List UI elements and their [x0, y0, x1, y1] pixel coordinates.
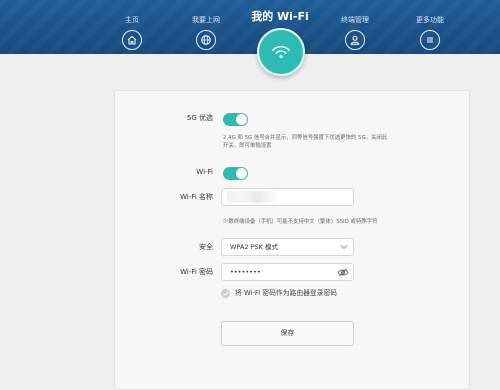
nav-item-more[interactable]: 更多功能: [400, 0, 460, 50]
wifi-toggle[interactable]: [223, 167, 248, 180]
wifi-name-label: Wi-Fi 名称: [180, 193, 213, 201]
globe-icon: [196, 30, 216, 50]
menu-icon: [420, 30, 440, 50]
security-label: 安全: [199, 243, 213, 251]
nav-label-home: 主页: [125, 16, 139, 24]
password-label: Wi-Fi 密码: [180, 268, 213, 276]
wifi-icon[interactable]: [257, 28, 305, 76]
chevron-down-icon: [340, 245, 348, 250]
toggle-knob: [236, 114, 247, 125]
admin-password-label: 将 Wi-Fi 密码作为路由器登录密码: [235, 289, 338, 297]
wifi-label: Wi-Fi: [196, 168, 213, 176]
five-g-toggle[interactable]: [223, 113, 248, 126]
top-nav-bar: 主页 我要上网 我的 Wi-Fi 终端管理 更多功能: [0, 0, 500, 54]
nav-item-home[interactable]: 主页: [102, 0, 162, 50]
wifi-name-input[interactable]: [221, 188, 354, 206]
nav-item-devices[interactable]: 终端管理: [325, 0, 385, 50]
save-button[interactable]: 保存: [221, 321, 354, 346]
admin-password-checkbox[interactable]: [221, 289, 230, 298]
five-g-hint: 2.4G 和 5G 信号合并显示，同等信号强度下优选更快的 5G。关闭此开关，即…: [223, 135, 388, 149]
check-icon: [222, 291, 229, 296]
wifi-name-hint: 少数终端设备（手机）可能不支持中文（繁体）SSID 或特殊字符: [223, 219, 378, 225]
password-input[interactable]: ••••••••: [221, 263, 354, 281]
nav-label-devices: 终端管理: [341, 16, 369, 24]
user-icon: [345, 30, 365, 50]
five-g-label: 5G 优选: [186, 114, 213, 122]
nav-label-more: 更多功能: [416, 16, 444, 24]
security-value: WPA2 PSK 模式: [230, 243, 278, 251]
nav-label-my-wifi[interactable]: 我的 Wi-Fi: [220, 10, 340, 24]
ssid-redacted: [227, 191, 279, 203]
home-icon: [122, 30, 142, 50]
toggle-knob: [236, 168, 247, 179]
eye-icon[interactable]: [337, 268, 349, 277]
security-select[interactable]: WPA2 PSK 模式: [221, 238, 354, 256]
password-value: ••••••••: [230, 268, 261, 276]
nav-item-internet[interactable]: 我要上网: [176, 0, 236, 50]
